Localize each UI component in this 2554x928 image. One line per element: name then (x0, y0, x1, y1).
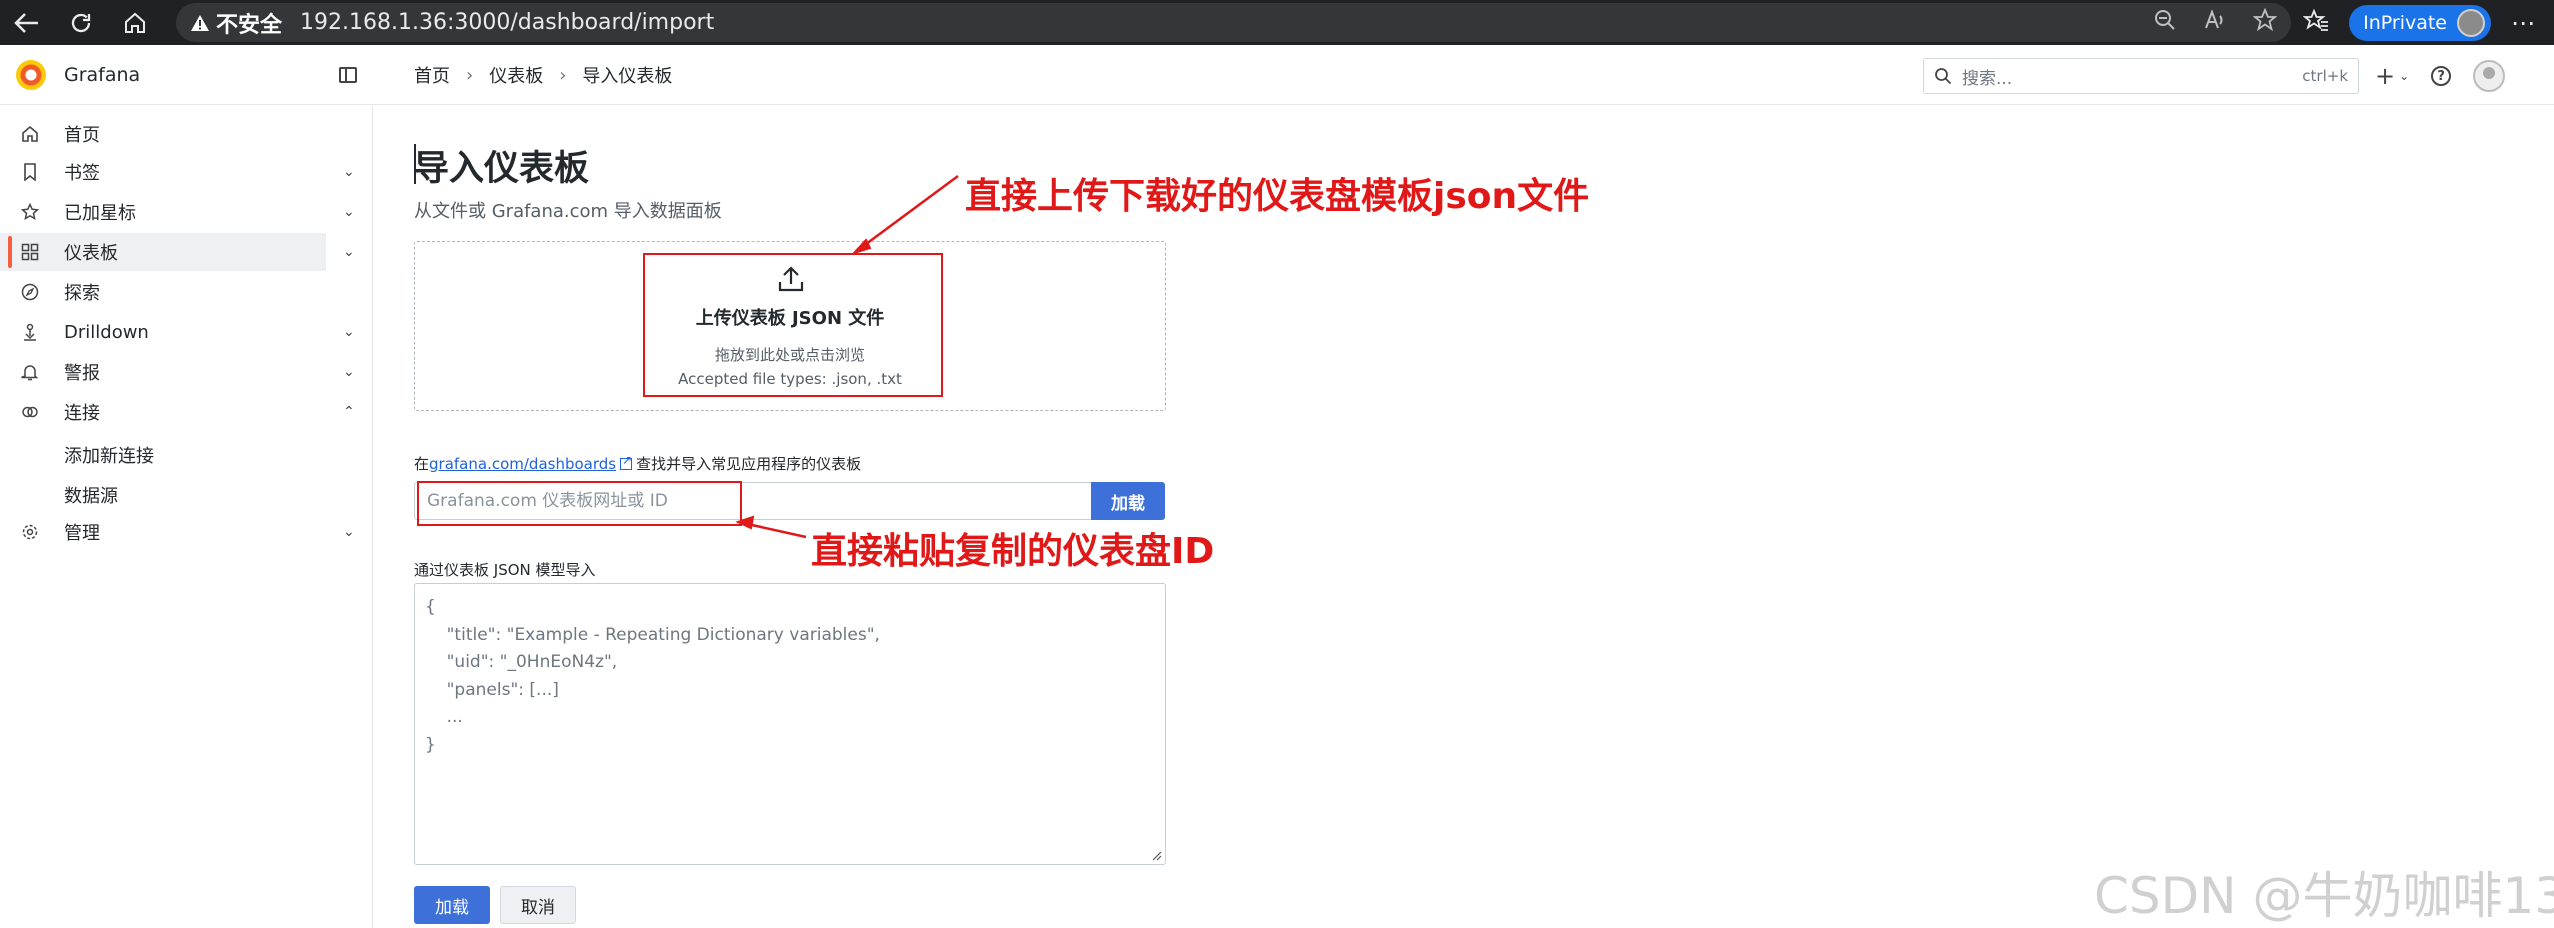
refresh-icon[interactable] (54, 0, 108, 45)
warning-icon (191, 14, 209, 31)
brand[interactable]: Grafana (16, 45, 140, 105)
resize-handle-icon[interactable] (1150, 849, 1162, 861)
insecure-warning[interactable]: 不安全 (190, 7, 282, 39)
gear-icon (20, 522, 40, 542)
json-model-textarea[interactable]: { "title": "Example - Repeating Dictiona… (414, 583, 1166, 865)
sidebar-item-label: 首页 (64, 125, 100, 146)
drilldown-icon (20, 322, 40, 342)
upload-highlight-box (643, 253, 943, 397)
gcom-label-prefix: 在 (414, 455, 430, 473)
search-input[interactable]: 搜索... ctrl+k (1923, 58, 2359, 94)
gcom-dashboards-link[interactable]: grafana.com/dashboards (429, 455, 616, 473)
upload-arrow (857, 174, 959, 252)
grafana-logo-icon (16, 60, 46, 90)
bell-icon (20, 362, 40, 382)
star-icon (20, 202, 40, 222)
sidebar-item-label: 管理 (64, 523, 100, 544)
breadcrumb-dashboards[interactable]: 仪表板 (489, 62, 543, 88)
chevron-down-icon[interactable]: ⌄ (343, 324, 355, 340)
chevron-down-icon[interactable]: ⌄ (343, 204, 355, 220)
breadcrumb-separator-icon: › (466, 64, 474, 86)
watermark: CSDN @牛奶咖啡13 (2094, 867, 2554, 925)
id-annotation: 直接粘贴复制的仪表盘ID (811, 531, 1215, 572)
search-placeholder: 搜索... (1962, 68, 2013, 89)
sidebar-item-label: Drilldown (64, 321, 149, 343)
user-avatar[interactable] (2473, 60, 2506, 92)
annotation-arrows (735, 174, 959, 539)
chevron-down-icon[interactable]: ⌄ (343, 244, 355, 260)
zoom-out-icon[interactable] (2153, 8, 2177, 38)
bookmark-icon (20, 162, 40, 182)
breadcrumb: 首页 › 仪表板 › 导入仪表板 (414, 45, 672, 105)
apps-icon (20, 242, 40, 262)
page-subtitle: 从文件或 Grafana.com 导入数据面板 (414, 201, 722, 222)
sidebar-item-label: 探索 (64, 283, 100, 304)
external-link-icon (620, 453, 632, 470)
inprivate-badge[interactable]: InPrivate (2349, 4, 2491, 41)
help-icon[interactable]: ? (2431, 66, 2452, 86)
sidebar-item-home[interactable]: 首页 (0, 115, 373, 153)
sidebar-item-connections[interactable]: 连接 ⌃ (0, 393, 373, 431)
chevron-down-icon[interactable]: ⌄ (343, 164, 355, 180)
sidebar-item-explore[interactable]: 探索 (0, 273, 373, 311)
sidebar-item-dashboards[interactable]: 仪表板 ⌄ (0, 233, 355, 271)
id-arrow (742, 521, 807, 539)
grafana-header: Grafana 首页 › 仪表板 › 导入仪表板 搜索... ctrl+k + … (0, 45, 2554, 105)
browser-toolbar: 不安全 192.168.1.36:3000/dashboard/import I… (0, 0, 2554, 45)
search-icon (1935, 68, 1952, 85)
plus-icon: + (2375, 62, 2396, 90)
sidebar-item-bookmarks[interactable]: 书签 ⌄ (0, 153, 373, 191)
sidebar-item-label: 已加星标 (64, 203, 136, 224)
sidebar-item-label: 书签 (64, 163, 100, 184)
sidebar-item-drilldown[interactable]: Drilldown ⌄ (0, 313, 373, 351)
url-text: 192.168.1.36:3000/dashboard/import (300, 10, 715, 35)
read-aloud-icon[interactable] (2203, 8, 2227, 38)
sidebar: 首页 书签 ⌄ 已加星标 ⌄ 仪表板 ⌄ 探索 Drilldown ⌄ 警报 ⌄… (0, 106, 373, 928)
brand-name: Grafana (64, 64, 141, 86)
back-arrow-icon[interactable] (0, 0, 54, 45)
search-shortcut: ctrl+k (2302, 67, 2348, 85)
home-icon (20, 124, 40, 144)
breadcrumb-current: 导入仪表板 (582, 66, 673, 87)
chevron-down-icon[interactable]: ⌄ (343, 364, 355, 380)
link-icon (20, 402, 40, 422)
more-menu-icon[interactable]: ⋯ (2511, 9, 2536, 37)
sidebar-subitem-add-connection[interactable]: 添加新连接 (64, 442, 154, 468)
dock-menu-icon[interactable] (339, 67, 357, 83)
id-highlight-box (417, 481, 742, 526)
chevron-down-icon: ⌄ (2399, 69, 2410, 83)
gcom-load-button[interactable]: 加载 (1091, 482, 1165, 520)
sidebar-item-label: 警报 (64, 363, 100, 384)
json-model-label: 通过仪表板 JSON 模型导入 (414, 561, 596, 579)
sidebar-item-administration[interactable]: 管理 ⌄ (0, 513, 373, 551)
favorites-icon[interactable] (2302, 8, 2329, 38)
gcom-label-suffix: 查找并导入常见应用程序的仪表板 (636, 455, 862, 473)
chevron-up-icon[interactable]: ⌃ (343, 404, 355, 420)
favorite-star-icon[interactable] (2252, 7, 2278, 38)
address-bar[interactable]: 不安全 192.168.1.36:3000/dashboard/import (176, 3, 2291, 42)
sidebar-subitem-datasources[interactable]: 数据源 (64, 482, 118, 508)
chevron-down-icon[interactable]: ⌄ (343, 524, 355, 540)
breadcrumb-separator-icon: › (559, 64, 567, 86)
load-button[interactable]: 加载 (414, 886, 490, 924)
breadcrumb-home[interactable]: 首页 (414, 62, 450, 88)
sidebar-item-starred[interactable]: 已加星标 ⌄ (0, 193, 373, 231)
gcom-label: 在 grafana.com/dashboards 查找并导入常见应用程序的仪表板 (414, 453, 861, 474)
sidebar-item-alerting[interactable]: 警报 ⌄ (0, 353, 373, 391)
new-button[interactable]: + ⌄ (2375, 62, 2409, 90)
home-browser-icon[interactable] (108, 0, 162, 45)
page-title: 导入仪表板 (414, 140, 589, 191)
cancel-button[interactable]: 取消 (500, 886, 576, 924)
sidebar-item-label: 仪表板 (64, 243, 118, 264)
profile-avatar (2457, 8, 2485, 37)
inprivate-label: InPrivate (2363, 11, 2447, 34)
compass-icon (20, 282, 40, 302)
upload-annotation: 直接上传下载好的仪表盘模板json文件 (965, 176, 1590, 217)
sidebar-item-label: 连接 (64, 403, 100, 424)
insecure-label: 不安全 (216, 12, 283, 38)
